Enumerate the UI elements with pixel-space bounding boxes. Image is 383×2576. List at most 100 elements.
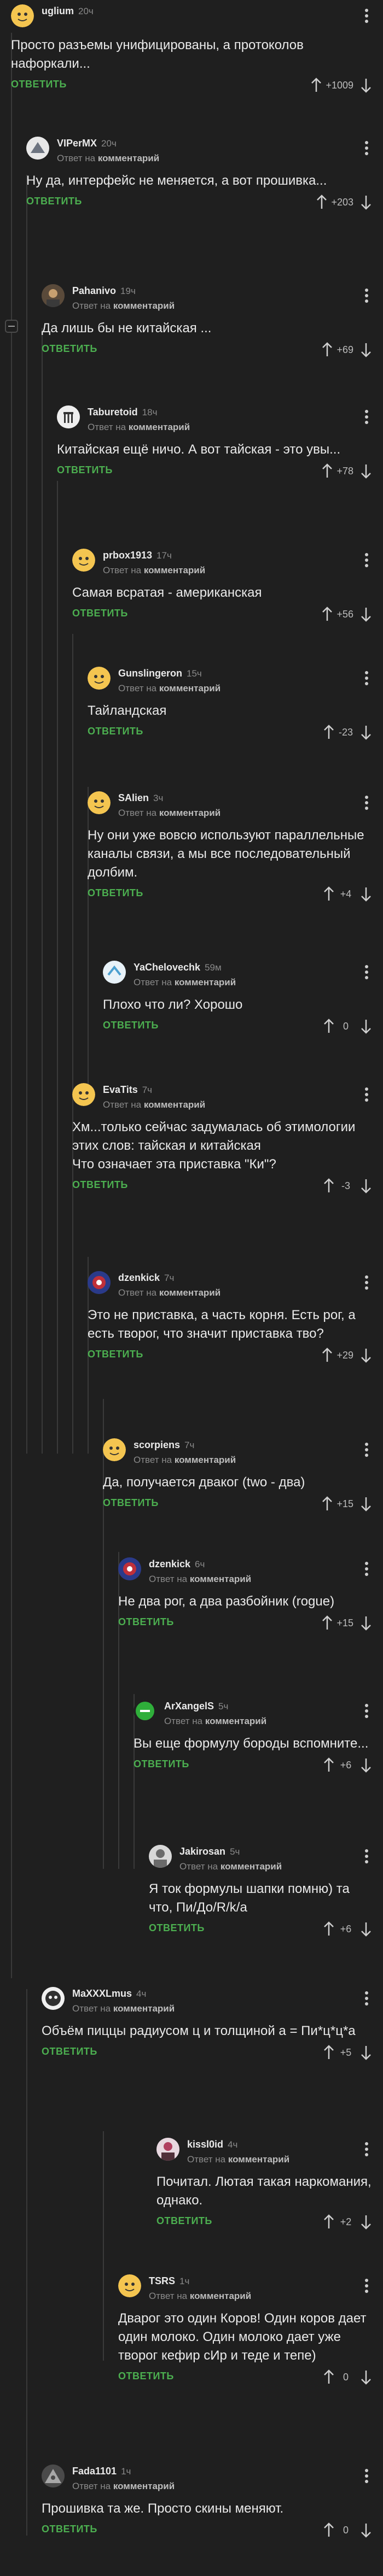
collapse-thread-button[interactable] — [5, 320, 18, 333]
reply-to-link[interactable]: комментарий — [175, 1455, 236, 1465]
reply-button[interactable]: ОТВЕТИТЬ — [11, 79, 67, 90]
username[interactable]: dzenkick 7ч — [118, 1272, 174, 1284]
username[interactable]: EvaTits 7ч — [103, 1084, 152, 1096]
avatar[interactable] — [88, 791, 111, 814]
username[interactable]: scorpiens 7ч — [134, 1439, 194, 1451]
reply-button[interactable]: ОТВЕТИТЬ — [57, 464, 113, 476]
upvote-icon[interactable] — [321, 1348, 333, 1363]
avatar[interactable] — [42, 2465, 65, 2487]
more-options-icon[interactable] — [361, 140, 372, 156]
reply-button[interactable]: ОТВЕТИТЬ — [72, 608, 128, 619]
avatar[interactable] — [118, 2274, 141, 2297]
reply-to-link[interactable]: комментарий — [228, 2154, 289, 2165]
downvote-icon[interactable] — [360, 195, 372, 210]
upvote-icon[interactable] — [323, 2214, 335, 2230]
username[interactable]: Pahanivo 19ч — [72, 285, 136, 297]
more-options-icon[interactable] — [361, 670, 372, 686]
more-options-icon[interactable] — [361, 287, 372, 304]
reply-button[interactable]: ОТВЕТИТЬ — [88, 1349, 143, 1360]
username[interactable]: SAlien 3ч — [118, 792, 163, 804]
downvote-icon[interactable] — [360, 1757, 372, 1773]
upvote-icon[interactable] — [323, 725, 335, 740]
downvote-icon[interactable] — [360, 1178, 372, 1193]
reply-button[interactable]: ОТВЕТИТЬ — [103, 1497, 159, 1509]
username[interactable]: Gunslingeron 15ч — [118, 668, 202, 679]
reply-to-link[interactable]: комментарий — [113, 301, 175, 311]
downvote-icon[interactable] — [360, 607, 372, 622]
more-options-icon[interactable] — [361, 1848, 372, 1865]
upvote-icon[interactable] — [321, 607, 333, 622]
upvote-icon[interactable] — [321, 342, 333, 357]
avatar[interactable] — [88, 1271, 111, 1294]
reply-to-link[interactable]: комментарий — [159, 683, 220, 693]
downvote-icon[interactable] — [360, 2214, 372, 2230]
reply-button[interactable]: ОТВЕТИТЬ — [103, 1020, 159, 1031]
more-options-icon[interactable] — [361, 2468, 372, 2484]
more-options-icon[interactable] — [361, 8, 372, 24]
reply-to-link[interactable]: комментарий — [113, 2003, 175, 2014]
more-options-icon[interactable] — [361, 964, 372, 980]
avatar[interactable] — [42, 284, 65, 307]
more-options-icon[interactable] — [361, 1990, 372, 2007]
avatar[interactable] — [156, 2138, 179, 2161]
more-options-icon[interactable] — [361, 409, 372, 425]
username[interactable]: ArXangelS 5ч — [164, 1701, 228, 1712]
username[interactable]: YaChelovechk 59м — [134, 962, 222, 973]
avatar[interactable] — [42, 1987, 65, 2010]
upvote-icon[interactable] — [323, 2045, 335, 2060]
upvote-icon[interactable] — [321, 463, 333, 479]
upvote-icon[interactable] — [323, 1921, 335, 1937]
reply-to-link[interactable]: комментарий — [175, 977, 236, 987]
reply-button[interactable]: ОТВЕТИТЬ — [134, 1758, 189, 1770]
reply-button[interactable]: ОТВЕТИТЬ — [26, 196, 82, 207]
avatar[interactable] — [103, 961, 126, 984]
more-options-icon[interactable] — [361, 795, 372, 811]
username[interactable]: Taburetoid 18ч — [88, 407, 157, 418]
avatar[interactable] — [57, 405, 80, 428]
downvote-icon[interactable] — [360, 725, 372, 740]
reply-to-link[interactable]: комментарий — [98, 153, 159, 163]
avatar[interactable] — [134, 1699, 156, 1722]
avatar[interactable] — [88, 667, 111, 690]
upvote-icon[interactable] — [323, 886, 335, 902]
avatar[interactable] — [149, 1845, 172, 1868]
reply-to-link[interactable]: комментарий — [129, 422, 190, 432]
upvote-icon[interactable] — [316, 195, 328, 210]
username[interactable]: VIPerMX 20ч — [57, 138, 117, 149]
downvote-icon[interactable] — [360, 463, 372, 479]
reply-button[interactable]: ОТВЕТИТЬ — [42, 2046, 97, 2057]
downvote-icon[interactable] — [360, 2522, 372, 2538]
reply-to-link[interactable]: комментарий — [190, 1574, 251, 1584]
downvote-icon[interactable] — [360, 2369, 372, 2385]
reply-to-link[interactable]: комментарий — [113, 2481, 175, 2491]
reply-to-link[interactable]: комментарий — [144, 565, 205, 575]
thread-line[interactable] — [57, 481, 58, 1454]
reply-to-link[interactable]: комментарий — [190, 2291, 251, 2301]
username[interactable]: MaXXXLmus 4ч — [72, 1988, 146, 1999]
reply-button[interactable]: ОТВЕТИТЬ — [42, 343, 97, 355]
reply-button[interactable]: ОТВЕТИТЬ — [118, 2371, 174, 2382]
upvote-icon[interactable] — [323, 1019, 335, 1034]
username[interactable]: Fada1101 1ч — [72, 2466, 131, 2477]
username[interactable]: Jakirosan 5ч — [179, 1846, 240, 1857]
reply-to-link[interactable]: комментарий — [159, 1287, 220, 1298]
avatar[interactable] — [11, 4, 34, 27]
downvote-icon[interactable] — [360, 342, 372, 357]
more-options-icon[interactable] — [361, 1703, 372, 1719]
username[interactable]: dzenkick 6ч — [149, 1558, 205, 1570]
downvote-icon[interactable] — [360, 1348, 372, 1363]
thread-line[interactable] — [26, 1989, 27, 2536]
thread-line[interactable] — [26, 175, 27, 1454]
more-options-icon[interactable] — [361, 1274, 372, 1291]
more-options-icon[interactable] — [361, 1086, 372, 1103]
reply-to-link[interactable]: комментарий — [159, 808, 220, 818]
more-options-icon[interactable] — [361, 2141, 372, 2157]
more-options-icon[interactable] — [361, 1561, 372, 1577]
upvote-icon[interactable] — [323, 2369, 335, 2385]
upvote-icon[interactable] — [323, 1757, 335, 1773]
reply-to-link[interactable]: комментарий — [205, 1716, 266, 1726]
downvote-icon[interactable] — [360, 2045, 372, 2060]
reply-button[interactable]: ОТВЕТИТЬ — [72, 1179, 128, 1191]
thread-line[interactable] — [103, 2131, 104, 2361]
upvote-icon[interactable] — [310, 78, 322, 93]
